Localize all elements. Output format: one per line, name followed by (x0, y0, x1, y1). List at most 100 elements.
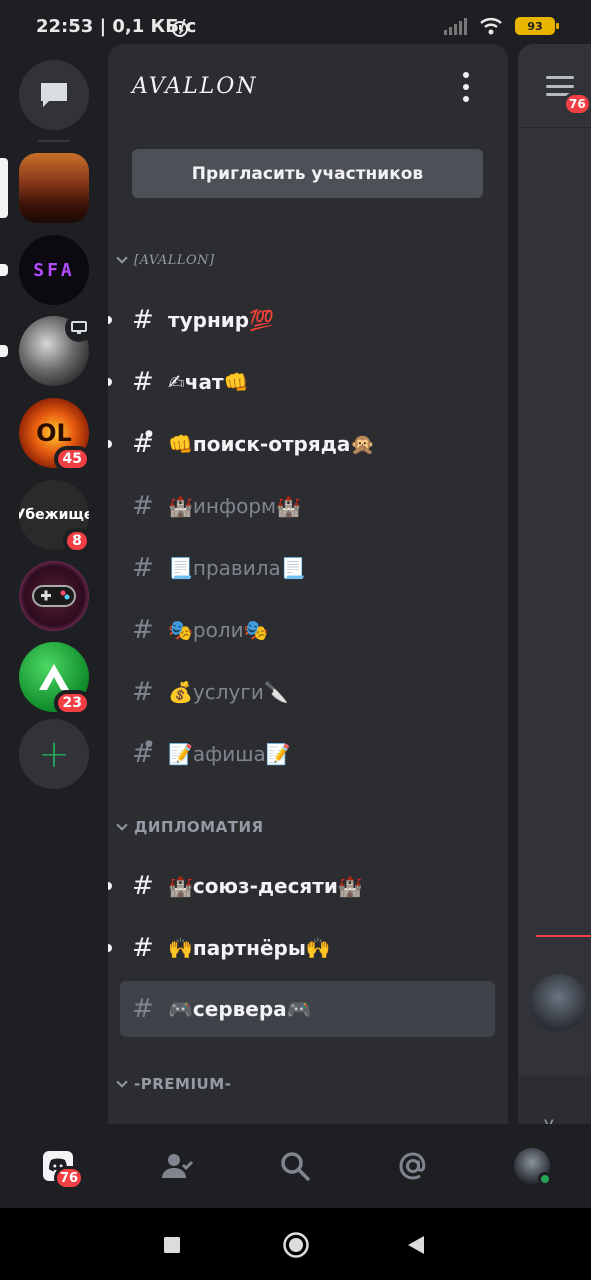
status-icons: 93 (443, 16, 559, 36)
mention-badge: 45 (53, 446, 91, 472)
square-icon (164, 1237, 180, 1253)
channel-name: 🙌партнёры🙌 (168, 936, 331, 960)
server-logo-text: OL (36, 419, 72, 447)
circle-home-icon (283, 1232, 309, 1258)
monitor-icon (71, 321, 87, 334)
hash-icon: # (132, 491, 154, 521)
category-label: -PREMIUM- (134, 1075, 232, 1093)
chat-header: 76 (518, 44, 591, 128)
channel-name: ✍чат👊 (168, 370, 249, 394)
server-icon-5[interactable]: Убежище 8 (19, 480, 91, 554)
direct-messages-button[interactable] (19, 60, 89, 130)
channel-item[interactable]: # 🏰союз-десяти🏰 (108, 858, 495, 914)
category-header[interactable]: [AVALLON] (116, 248, 215, 272)
signal-icon (444, 18, 467, 35)
chat-peek[interactable]: 76 У (518, 44, 591, 1124)
unread-indicator (108, 440, 112, 448)
channel-name: 📃правила📃 (168, 556, 306, 580)
more-options-icon[interactable] (460, 72, 472, 102)
recents-button[interactable] (163, 1236, 181, 1254)
server-rail: SFA OL 45 Убежище 8 23 + (0, 56, 108, 1124)
category-header[interactable]: -PREMIUM- (116, 1072, 231, 1096)
channel-name: 💰услуги🔪 (168, 680, 289, 704)
mention-badge: 76 (54, 1166, 85, 1190)
hash-icon: # (132, 871, 154, 901)
chevron-down-icon (116, 251, 128, 264)
gamepad-icon (32, 585, 76, 607)
channel-item[interactable]: # ● 👊поиск-отряда🙊 (108, 416, 495, 472)
home-button[interactable] (282, 1231, 310, 1259)
mention-badge: 76 (563, 92, 591, 116)
channel-item[interactable]: # ✍чат👊 (108, 354, 495, 410)
at-sign-icon (399, 1152, 426, 1180)
add-server-button[interactable]: + (19, 719, 89, 789)
hash-icon: # (132, 994, 154, 1024)
channel-name: 🏰информ🏰 (168, 494, 301, 518)
server-logo-icon (39, 664, 69, 690)
channel-name: 📝афиша📝 (168, 742, 291, 766)
channel-item[interactable]: # 🎭роли🎭 (120, 602, 495, 658)
avatar (514, 1148, 552, 1186)
hash-icon: # (132, 553, 154, 583)
hash-icon: # (132, 933, 154, 963)
mention-badge: 8 (63, 528, 91, 554)
alarm-icon (172, 21, 188, 37)
channel-item[interactable]: # 📃правила📃 (120, 540, 495, 596)
category-header[interactable]: ДИПЛОМАТИЯ (116, 815, 264, 839)
bottom-tab-bar: 76 (0, 1124, 591, 1208)
back-button[interactable] (406, 1234, 426, 1256)
hash-icon: # (132, 305, 154, 335)
tab-search[interactable] (275, 1146, 315, 1186)
server-icon-7[interactable]: 23 (19, 642, 91, 716)
channel-item[interactable]: # 🏰информ🏰 (120, 478, 495, 534)
back-triangle-icon (408, 1236, 424, 1254)
server-icon-2[interactable]: SFA (0, 235, 89, 305)
android-nav-bar (0, 1208, 591, 1280)
channel-item[interactable]: # 🙌партнёры🙌 (108, 920, 495, 976)
new-messages-divider (536, 935, 591, 937)
channel-item[interactable]: # 💰услуги🔪 (120, 664, 495, 720)
mention-badge: 23 (53, 690, 91, 716)
category-label: [AVALLON] (134, 252, 215, 268)
hash-icon: # (132, 677, 154, 707)
tab-mentions[interactable] (393, 1146, 433, 1186)
chat-input-placeholder: У (544, 1116, 554, 1124)
channel-item[interactable]: # ● 📝афиша📝 (120, 726, 495, 782)
chat-input-area (518, 1076, 591, 1124)
channel-name: 🎭роли🎭 (168, 618, 269, 642)
invite-members-button[interactable]: Пригласить участников (132, 149, 483, 198)
lock-icon: ● (145, 739, 153, 749)
channel-panel: AVALLON Пригласить участников [AVALLON] … (108, 44, 508, 1124)
screen-share-badge (65, 314, 93, 342)
online-status-dot (538, 1172, 552, 1186)
avatar[interactable] (530, 974, 588, 1032)
chevron-down-icon (116, 1075, 128, 1088)
chat-bubble-icon (41, 83, 67, 107)
server-icon-1[interactable] (0, 153, 89, 223)
search-icon (281, 1152, 310, 1181)
lock-icon: ● (145, 429, 153, 439)
server-logo-text: SFA (33, 259, 75, 281)
server-avatar (19, 561, 89, 631)
unread-indicator (108, 316, 112, 324)
chevron-down-icon (116, 818, 128, 831)
server-avatar (19, 153, 89, 223)
server-icon-6[interactable] (19, 561, 89, 631)
unread-indicator (108, 378, 112, 386)
server-name[interactable]: AVALLON (132, 74, 258, 99)
channel-name: 🎮сервера🎮 (168, 997, 312, 1021)
locked-hash-icon: # ● (132, 429, 154, 459)
server-icon-3[interactable] (0, 314, 93, 386)
channel-name: 🏰союз-десяти🏰 (168, 874, 363, 898)
channel-item[interactable]: # турнир💯 (108, 292, 495, 348)
selected-pill (0, 158, 8, 218)
tab-home[interactable]: 76 (38, 1146, 85, 1190)
tab-friends[interactable] (157, 1146, 197, 1186)
wifi-icon (480, 18, 502, 35)
channel-item-selected[interactable]: # 🎮сервера🎮 (120, 981, 495, 1037)
server-icon-4[interactable]: OL 45 (19, 398, 91, 472)
plus-icon: + (19, 719, 89, 789)
unread-indicator (108, 944, 112, 952)
server-avatar: SFA (19, 235, 89, 305)
tab-profile[interactable] (512, 1146, 552, 1186)
